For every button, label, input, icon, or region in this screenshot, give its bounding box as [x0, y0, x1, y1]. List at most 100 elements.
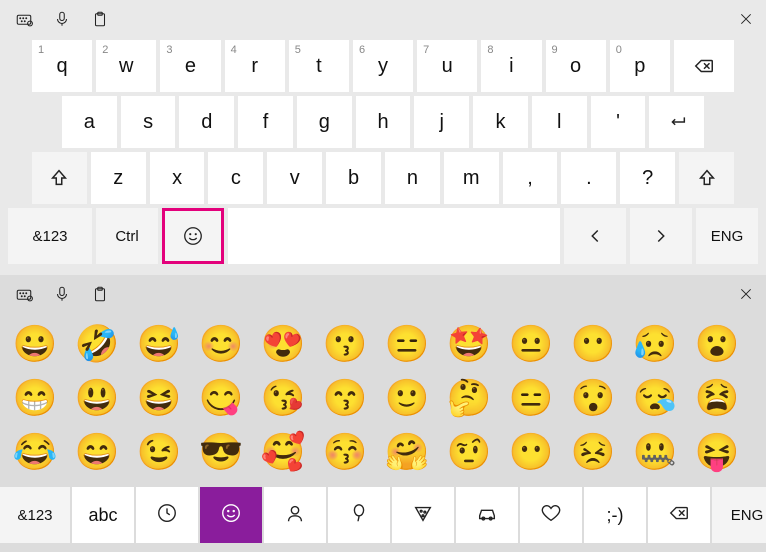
emoji-cell[interactable]: 😣 [568, 427, 618, 477]
key-s[interactable]: s [121, 96, 176, 148]
emoji-cell[interactable]: 😮 [692, 319, 742, 369]
emoji-cell[interactable]: 😚 [320, 427, 370, 477]
emoji-cell[interactable]: 🤐 [630, 427, 680, 477]
key-t[interactable]: 5t [289, 40, 349, 92]
key-w[interactable]: 2w [96, 40, 156, 92]
shift-left-key[interactable] [32, 152, 87, 204]
emoji-cell[interactable]: 😶 [506, 427, 556, 477]
emoji-cell[interactable]: 😯 [568, 373, 618, 423]
key-question[interactable]: ? [620, 152, 675, 204]
emoji-cell[interactable]: 😫 [692, 373, 742, 423]
close-icon[interactable] [736, 9, 756, 29]
category-transport[interactable] [456, 487, 518, 543]
emoji-cell[interactable]: 😥 [630, 319, 680, 369]
key-apostrophe[interactable]: ' [591, 96, 646, 148]
clock-icon [156, 502, 178, 529]
key-d[interactable]: d [179, 96, 234, 148]
keyboard-settings-icon[interactable] [14, 284, 34, 304]
key-i[interactable]: 8i [481, 40, 541, 92]
key-k[interactable]: k [473, 96, 528, 148]
key-c[interactable]: c [208, 152, 263, 204]
emoji-cell[interactable]: 😆 [134, 373, 184, 423]
category-smileys[interactable] [200, 487, 262, 543]
numsym-key[interactable]: &123 [0, 487, 70, 543]
emoji-cell[interactable]: 😃 [72, 373, 122, 423]
language-key[interactable]: ENG [696, 208, 758, 264]
emoji-cell[interactable]: 😀 [10, 319, 60, 369]
spacebar-key[interactable] [228, 208, 560, 264]
emoji-cell[interactable]: 🤨 [444, 427, 494, 477]
emoji-cell[interactable]: 😑 [382, 319, 432, 369]
key-o[interactable]: 9o [546, 40, 606, 92]
emoji-cell[interactable]: 😗 [320, 319, 370, 369]
category-kaomoji[interactable]: ;-) [584, 487, 646, 543]
arrow-left-key[interactable] [564, 208, 626, 264]
key-j[interactable]: j [414, 96, 469, 148]
emoji-cell[interactable]: 😎 [196, 427, 246, 477]
category-symbols[interactable] [520, 487, 582, 543]
emoji-cell[interactable]: 😝 [692, 427, 742, 477]
abc-key[interactable]: abc [72, 487, 134, 543]
emoji-toggle-key[interactable] [162, 208, 224, 264]
category-celebration[interactable] [328, 487, 390, 543]
emoji-cell[interactable]: 🤔 [444, 373, 494, 423]
arrow-right-key[interactable] [630, 208, 692, 264]
emoji-cell[interactable]: 🤗 [382, 427, 432, 477]
microphone-icon[interactable] [52, 284, 72, 304]
key-p[interactable]: 0p [610, 40, 670, 92]
emoji-cell[interactable]: 🤩 [444, 319, 494, 369]
emoji-cell[interactable]: 🥰 [258, 427, 308, 477]
key-e[interactable]: 3e [160, 40, 220, 92]
emoji-cell[interactable]: 😉 [134, 427, 184, 477]
ctrl-key[interactable]: Ctrl [96, 208, 158, 264]
key-v[interactable]: v [267, 152, 322, 204]
emoji-cell[interactable]: 😂 [10, 427, 60, 477]
emoji-cell[interactable]: 😍 [258, 319, 308, 369]
microphone-icon[interactable] [52, 9, 72, 29]
emoji-cell[interactable]: 😄 [72, 427, 122, 477]
key-u[interactable]: 7u [417, 40, 477, 92]
key-f[interactable]: f [238, 96, 293, 148]
key-r[interactable]: 4r [225, 40, 285, 92]
key-q[interactable]: 1q [32, 40, 92, 92]
emoji-cell[interactable]: 🙂 [382, 373, 432, 423]
shift-right-key[interactable] [679, 152, 734, 204]
emoji-cell[interactable]: 😶 [568, 319, 618, 369]
key-l[interactable]: l [532, 96, 587, 148]
key-g[interactable]: g [297, 96, 352, 148]
category-recent[interactable] [136, 487, 198, 543]
emoji-cell[interactable]: 😙 [320, 373, 370, 423]
keyboard-settings-icon[interactable] [14, 9, 34, 29]
key-y[interactable]: 6y [353, 40, 413, 92]
emoji-cell[interactable]: 😁 [10, 373, 60, 423]
key-x[interactable]: x [150, 152, 205, 204]
row-2: a s d f g h j k l ' [8, 96, 758, 148]
key-h[interactable]: h [356, 96, 411, 148]
language-key[interactable]: ENG [712, 487, 766, 543]
emoji-cell[interactable]: 😑 [506, 373, 556, 423]
key-comma[interactable]: , [503, 152, 558, 204]
close-icon[interactable] [736, 284, 756, 304]
clipboard-icon[interactable] [90, 9, 110, 29]
key-a[interactable]: a [62, 96, 117, 148]
emoji-cell[interactable]: 😊 [196, 319, 246, 369]
emoji-cell[interactable]: 😪 [630, 373, 680, 423]
enter-key[interactable] [649, 96, 704, 148]
category-food[interactable] [392, 487, 454, 543]
backspace-key[interactable] [674, 40, 734, 92]
key-period[interactable]: . [561, 152, 616, 204]
key-m[interactable]: m [444, 152, 499, 204]
key-z[interactable]: z [91, 152, 146, 204]
emoji-cell[interactable]: 😐 [506, 319, 556, 369]
clipboard-icon[interactable] [90, 284, 110, 304]
emoji-cell[interactable]: 😘 [258, 373, 308, 423]
backspace-key[interactable] [648, 487, 710, 543]
numsym-key[interactable]: &123 [8, 208, 92, 264]
emoji-cell[interactable]: 😋 [196, 373, 246, 423]
key-b[interactable]: b [326, 152, 381, 204]
category-people[interactable] [264, 487, 326, 543]
key-n[interactable]: n [385, 152, 440, 204]
emoji-cell[interactable]: 🤣 [72, 319, 122, 369]
emoji-cell[interactable]: 😅 [134, 319, 184, 369]
pizza-icon [412, 502, 434, 529]
